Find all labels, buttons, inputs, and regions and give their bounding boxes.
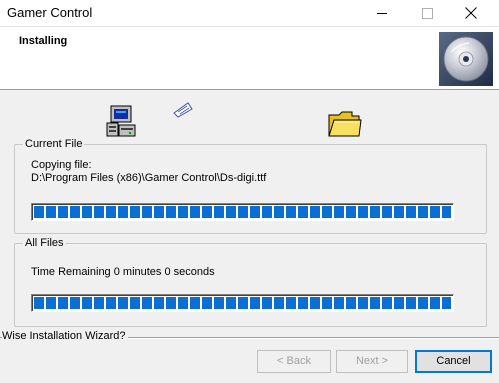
close-icon bbox=[465, 7, 477, 19]
cancel-button[interactable]: Cancel bbox=[415, 350, 492, 373]
footer-brand-label: Wise Installation Wizard? bbox=[2, 330, 128, 342]
current-file-legend: Current File bbox=[23, 138, 85, 150]
folder-icon bbox=[328, 111, 362, 137]
minimize-icon bbox=[377, 13, 387, 14]
close-button[interactable] bbox=[450, 0, 492, 26]
all-files-progress-fill bbox=[34, 297, 451, 309]
current-file-progress-fill bbox=[34, 206, 451, 218]
flying-paper-icon bbox=[173, 102, 193, 118]
next-button[interactable]: Next > bbox=[336, 350, 408, 373]
minimize-button[interactable] bbox=[362, 0, 404, 26]
title-bar: Gamer Control bbox=[0, 0, 499, 27]
time-remaining-label: Time Remaining 0 minutes 0 seconds bbox=[31, 266, 215, 278]
maximize-button bbox=[406, 0, 448, 26]
all-files-legend: All Files bbox=[23, 237, 66, 249]
all-files-group: All Files Time Remaining 0 minutes 0 sec… bbox=[14, 237, 487, 327]
all-files-progress-bar bbox=[31, 294, 454, 312]
maximize-icon bbox=[422, 8, 433, 19]
current-file-progress-bar bbox=[31, 203, 454, 221]
current-file-path: D:\Program Files (x86)\Gamer Control\Ds-… bbox=[31, 172, 267, 184]
cd-disc-icon bbox=[439, 32, 493, 86]
window-title: Gamer Control bbox=[7, 5, 93, 20]
page-title: Installing bbox=[19, 35, 68, 47]
computer-icon bbox=[106, 105, 136, 137]
current-file-group: Current File Copying file: D:\Program Fi… bbox=[14, 138, 487, 234]
wizard-header: Installing bbox=[0, 27, 499, 90]
back-button[interactable]: < Back bbox=[257, 350, 331, 373]
copying-file-label: Copying file: bbox=[31, 159, 92, 171]
